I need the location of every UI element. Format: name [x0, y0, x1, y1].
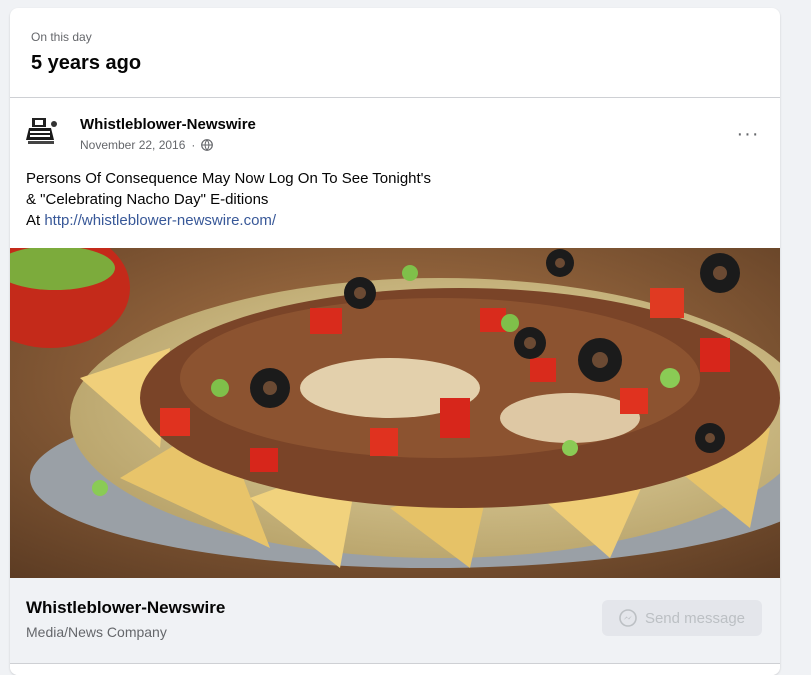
page-footer: Whistleblower-Newswire Media/News Compan…	[10, 578, 780, 675]
post-text-line-3: At http://whistleblower-newswire.com/	[26, 210, 766, 231]
post-link[interactable]: http://whistleblower-newswire.com/	[44, 212, 276, 229]
post-body: Persons Of Consequence May Now Log On To…	[26, 168, 766, 231]
typewriter-logo-icon	[26, 118, 57, 144]
memory-eyebrow: On this day	[31, 30, 92, 44]
post-author[interactable]: Whistleblower-Newswire	[80, 116, 256, 133]
more-options-icon[interactable]: ···	[734, 120, 762, 148]
post-meta: November 22, 2016 ·	[80, 138, 214, 152]
post-text-line-1: Persons Of Consequence May Now Log On To…	[26, 170, 432, 187]
memory-card: On this day 5 years ago Whistleblower-Ne…	[10, 8, 780, 675]
post-text-line-2: & "Celebrating Nacho Day" E-ditions	[26, 191, 269, 208]
send-message-button[interactable]: Send message	[602, 600, 762, 636]
page-avatar[interactable]	[24, 112, 62, 150]
footer-page-name[interactable]: Whistleblower-Newswire	[26, 598, 225, 618]
globe-icon	[201, 139, 214, 151]
post-link-prefix: At	[26, 212, 45, 229]
post-date[interactable]: November 22, 2016	[80, 138, 185, 152]
messenger-icon	[619, 609, 637, 627]
memory-title: 5 years ago	[31, 52, 142, 74]
next-post-card	[10, 663, 780, 675]
meta-separator: ·	[191, 138, 196, 152]
post-image[interactable]	[10, 248, 780, 578]
footer-category: Media/News Company	[26, 624, 167, 640]
send-message-label: Send message	[644, 609, 746, 627]
memory-header: On this day 5 years ago	[10, 8, 780, 98]
post-header: Whistleblower-Newswire November 22, 2016…	[10, 98, 780, 168]
nachos-photo	[10, 248, 780, 578]
